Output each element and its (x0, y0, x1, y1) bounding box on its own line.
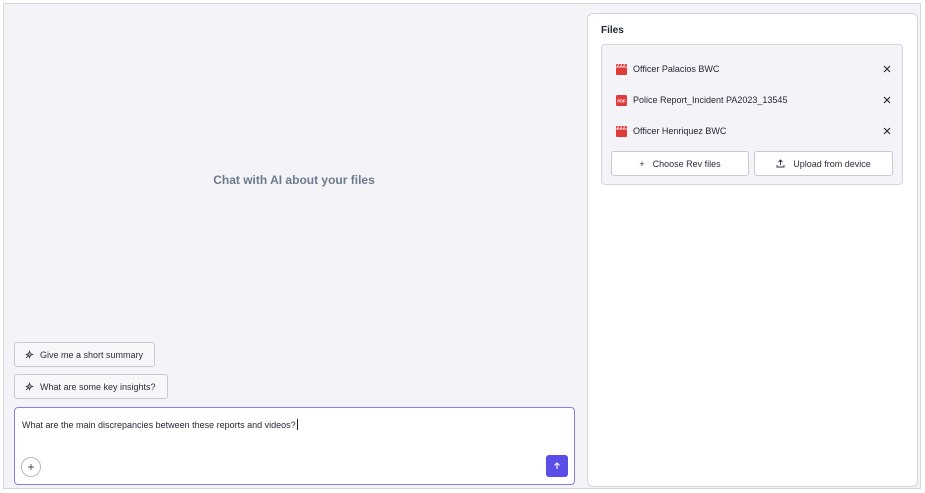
chat-input-field[interactable]: What are the main discrepancies between … (22, 419, 534, 430)
suggestion-short-summary[interactable]: Give me a short summary (14, 342, 156, 367)
sparkle-icon (25, 350, 34, 359)
close-icon[interactable] (882, 95, 892, 105)
arrow-up-icon (554, 462, 560, 469)
file-name: Police Report_Incident PA2023_13545 (633, 95, 788, 105)
chat-input-value: What are the main discrepancies between … (22, 419, 296, 430)
suggestion-key-insights[interactable]: What are some key insights? (14, 374, 168, 399)
attach-button[interactable]: + (21, 457, 41, 477)
files-title: Files (601, 25, 624, 36)
button-label: Choose Rev files (652, 158, 721, 169)
video-file-icon (616, 125, 627, 137)
suggestion-label: What are some key insights? (40, 381, 156, 392)
plus-icon: + (639, 158, 645, 169)
file-item[interactable]: Officer Palacios BWC (616, 61, 892, 77)
button-label: Upload from device (793, 158, 871, 169)
send-button[interactable] (546, 455, 568, 477)
choose-rev-files-button[interactable]: + Choose Rev files (611, 151, 749, 176)
chat-area: Chat with AI about your files Give me a … (4, 4, 584, 488)
files-panel: Files Officer Palacios BWC PDF Police Re… (587, 13, 918, 487)
upload-icon (776, 159, 785, 168)
close-icon[interactable] (882, 126, 892, 136)
file-name: Officer Palacios BWC (633, 64, 720, 74)
suggestion-label: Give me a short summary (40, 349, 144, 360)
file-item[interactable]: Officer Henriquez BWC (616, 123, 892, 139)
file-item[interactable]: PDF Police Report_Incident PA2023_13545 (616, 92, 892, 108)
file-name: Officer Henriquez BWC (633, 126, 727, 136)
text-caret (296, 419, 298, 430)
video-file-icon (616, 63, 627, 75)
chat-input-box[interactable]: What are the main discrepancies between … (14, 407, 575, 485)
pdf-file-icon: PDF (616, 94, 627, 106)
sparkle-icon (25, 382, 34, 391)
app-window: Chat with AI about your files Give me a … (3, 3, 921, 489)
pdf-badge: PDF (617, 98, 626, 103)
plus-icon: + (27, 460, 35, 474)
close-icon[interactable] (882, 64, 892, 74)
files-list: Officer Palacios BWC PDF Police Report_I… (601, 44, 903, 185)
upload-from-device-button[interactable]: Upload from device (754, 151, 893, 176)
chat-empty-state: Chat with AI about your files (213, 173, 375, 187)
